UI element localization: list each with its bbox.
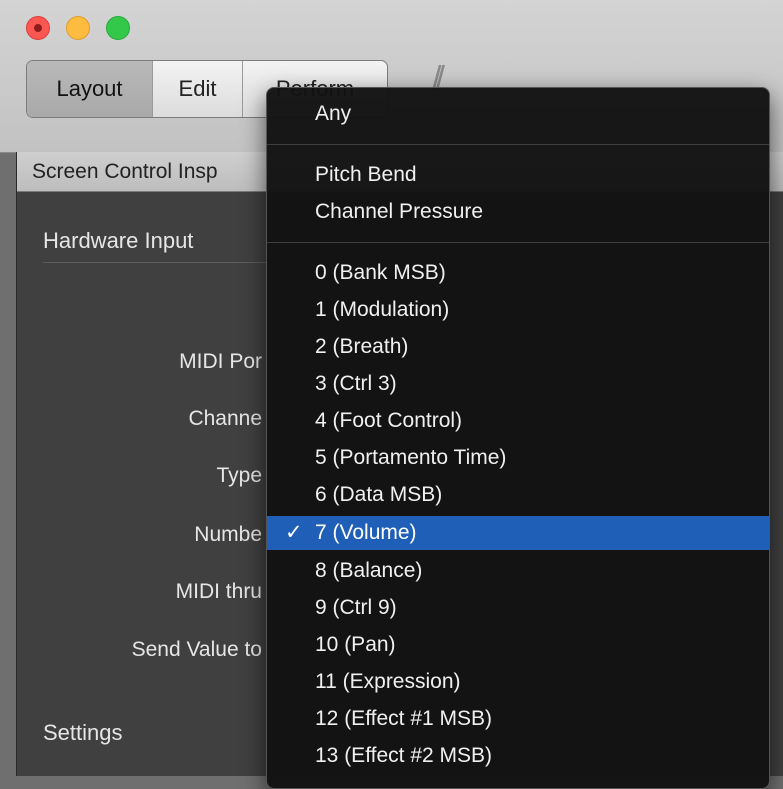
menu-item-cc-12[interactable]: 12 (Effect #1 MSB): [267, 702, 769, 736]
menu-item-cc-2[interactable]: 2 (Breath): [267, 330, 769, 364]
checkmark-icon: ✓: [285, 521, 303, 544]
menu-item-any[interactable]: Any: [267, 97, 769, 131]
zoom-window-button[interactable]: [106, 16, 130, 40]
tab-layout[interactable]: Layout: [27, 61, 153, 117]
hardware-input-section[interactable]: Hardware Input: [43, 228, 273, 263]
send-value-to-label: Send Value to: [131, 638, 262, 661]
menu-item-cc-7-selected[interactable]: ✓ 7 (Volume): [267, 516, 769, 550]
menu-item-cc-8[interactable]: 8 (Balance): [267, 554, 769, 588]
menu-item-cc-13[interactable]: 13 (Effect #2 MSB): [267, 739, 769, 773]
channel-label: Channe: [188, 407, 262, 430]
menu-item-cc-3[interactable]: 3 (Ctrl 3): [267, 367, 769, 401]
menu-item-cc-0[interactable]: 0 (Bank MSB): [267, 256, 769, 290]
settings-section[interactable]: Settings: [43, 720, 273, 754]
menu-item-cc-4[interactable]: 4 (Foot Control): [267, 404, 769, 438]
midi-port-label: MIDI Por: [179, 350, 262, 373]
number-label: Numbe: [194, 523, 262, 546]
menu-item-cc-6[interactable]: 6 (Data MSB): [267, 478, 769, 512]
menu-item-cc-11[interactable]: 11 (Expression): [267, 665, 769, 699]
tab-edit[interactable]: Edit: [153, 61, 243, 117]
number-dropdown-menu: Any Pitch Bend Channel Pressure 0 (Bank …: [266, 87, 770, 789]
menu-item-pitch-bend[interactable]: Pitch Bend: [267, 158, 769, 192]
menu-separator: [267, 144, 769, 145]
close-window-button[interactable]: [26, 16, 50, 40]
menu-item-cc-1[interactable]: 1 (Modulation): [267, 293, 769, 327]
menu-item-cc-10[interactable]: 10 (Pan): [267, 628, 769, 662]
menu-item-cc-5[interactable]: 5 (Portamento Time): [267, 441, 769, 475]
minimize-window-button[interactable]: [66, 16, 90, 40]
menu-item-channel-pressure[interactable]: Channel Pressure: [267, 195, 769, 229]
type-label: Type: [216, 464, 262, 487]
menu-item-cc-9[interactable]: 9 (Ctrl 9): [267, 591, 769, 625]
menu-item-label: 7 (Volume): [315, 521, 417, 544]
midi-thru-label: MIDI thru: [175, 580, 262, 603]
menu-separator: [267, 242, 769, 243]
